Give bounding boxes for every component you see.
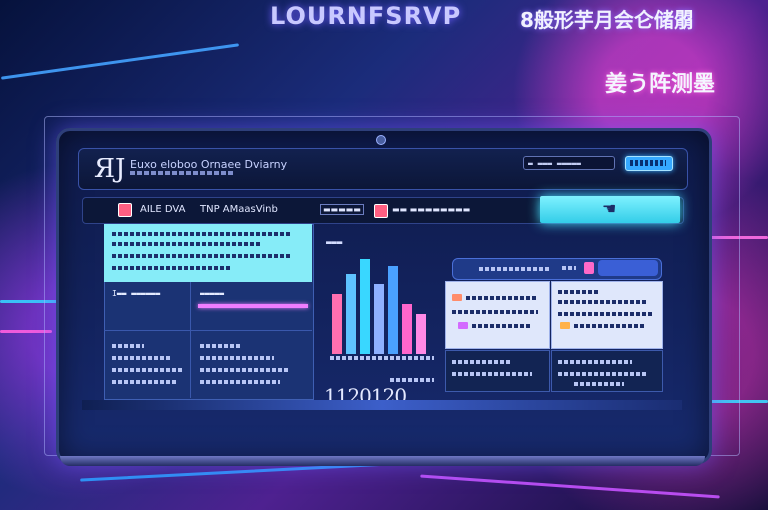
app-logo[interactable]: ЯJ [94, 154, 125, 184]
text-line-placeholder [558, 290, 598, 294]
text-line-placeholder [452, 310, 538, 314]
text-line-placeholder [200, 356, 274, 360]
text-line-placeholder [112, 344, 144, 348]
cjk-title: 8般形芋月会仑储朤 [520, 8, 694, 32]
monitor-stand [60, 456, 705, 466]
chart-bar [346, 274, 356, 354]
app-tagline-placeholder [130, 171, 235, 175]
header-toggle[interactable] [598, 260, 658, 276]
chart-axis-placeholder [330, 356, 434, 360]
text-line-placeholder [200, 344, 240, 348]
text-line-placeholder [390, 378, 434, 382]
status-badge [584, 262, 594, 274]
tab-2[interactable]: TNP AMaasVinb [200, 204, 278, 215]
bar-chart [318, 232, 440, 372]
button-label-placeholder [630, 160, 666, 166]
text-line-placeholder [558, 312, 654, 316]
detail-card[interactable] [445, 350, 550, 392]
cell-label: I▬▬ ▬▬▬▬▬▬ [112, 289, 161, 298]
text-line-placeholder [112, 242, 262, 246]
tab-4[interactable]: ▬▬ ▬▬▬▬▬▬▬▬ [392, 205, 470, 214]
text-line-placeholder [466, 296, 536, 300]
card-chip-icon [560, 322, 570, 329]
text-line-placeholder [112, 380, 176, 384]
text-line-placeholder [200, 380, 280, 384]
text-line-placeholder [452, 372, 532, 376]
text-line-placeholder [558, 300, 648, 304]
search-input[interactable]: ▬ ▬▬▬ ▬▬▬▬▬ [523, 156, 615, 170]
text-line-placeholder [562, 266, 576, 270]
text-line-placeholder [112, 266, 232, 270]
screen-footer-bar [82, 400, 682, 410]
cell-label: ▬▬▬▬▬ [200, 289, 225, 298]
chart-bar [416, 314, 426, 354]
text-line-placeholder [574, 382, 624, 386]
info-card[interactable] [445, 281, 550, 349]
chart-bar [332, 294, 342, 354]
chart-bar [374, 284, 384, 354]
hand-pointer-icon: ☚ [602, 199, 617, 218]
card-chip-icon [452, 294, 462, 301]
app-name: Euxo eloboo Ornaee Dviarny [130, 158, 288, 171]
tab-badge-icon [118, 203, 132, 217]
text-line-placeholder [112, 232, 292, 236]
grid-divider [104, 330, 312, 331]
text-line-placeholder [574, 324, 644, 328]
text-line-placeholder [558, 360, 632, 364]
text-line-placeholder [112, 356, 172, 360]
webcam-icon [376, 135, 386, 145]
watermark-title: LOURNFSRVP [270, 2, 462, 30]
tab-3[interactable]: ▬▬▬▬▬ [320, 204, 364, 215]
text-line-placeholder [112, 254, 292, 258]
text-line-placeholder [472, 324, 532, 328]
grid-divider [190, 282, 191, 398]
text-line-placeholder [452, 360, 512, 364]
tab-1[interactable]: AILE DVA [140, 204, 185, 215]
text-line-placeholder [479, 267, 549, 271]
cjk-subtitle: 姜う阵测墨 [605, 72, 716, 97]
header-action-button[interactable] [625, 156, 673, 171]
text-line-placeholder [558, 372, 648, 376]
tab-badge-icon [374, 204, 388, 218]
text-line-placeholder [112, 368, 182, 372]
chart-bar [360, 259, 370, 354]
text-line-placeholder [200, 368, 290, 372]
highlight-bar [198, 304, 308, 308]
chart-bar [388, 266, 398, 354]
chart-bar [402, 304, 412, 354]
card-chip-icon [458, 322, 468, 329]
